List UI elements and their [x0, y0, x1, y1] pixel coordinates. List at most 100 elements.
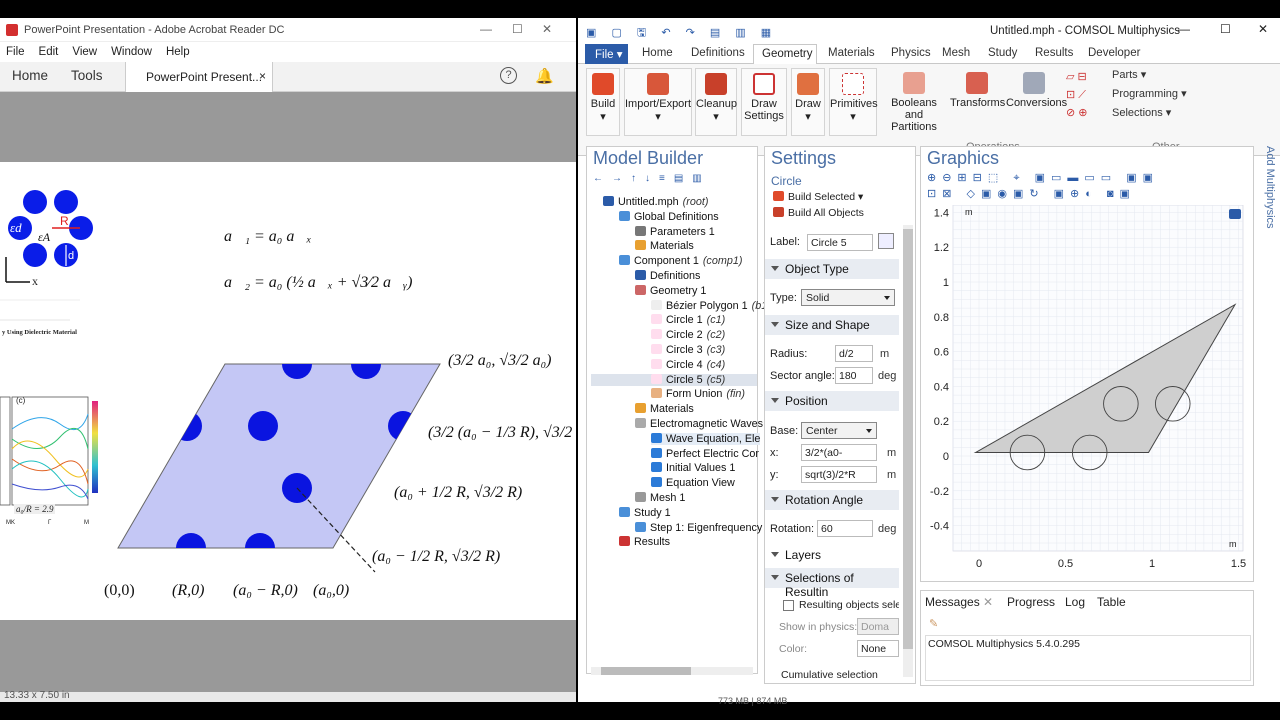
x-input[interactable]: 3/2*(a0- [801, 444, 877, 461]
tree-item[interactable]: Initial Values 1 [651, 462, 735, 474]
menu-help[interactable]: Help [166, 46, 190, 58]
draw-settings-button[interactable]: Draw Settings [741, 68, 787, 136]
tree-item[interactable]: Materials [635, 240, 694, 252]
menu-window[interactable]: Window [111, 46, 152, 58]
tab-document[interactable]: PowerPoint Present... × [125, 62, 273, 92]
tree-item[interactable]: Step 1: Eigenfrequency [635, 521, 762, 534]
radius-input[interactable]: d/2 [835, 345, 873, 362]
build-all-button[interactable]: Build All Objects [773, 207, 864, 219]
geometry-plot[interactable]: 1.4 1.2 1 0.8 0.6 0.4 0.2 0 -0.2 -0.4 0 0.5 1 1.5 m m [923, 205, 1251, 577]
close-icon[interactable]: ✕ [1258, 22, 1268, 36]
section-size-shape[interactable]: Size and Shape [765, 315, 899, 335]
selections-dropdown[interactable]: Selections ▾ [1112, 106, 1171, 119]
section-object-type[interactable]: Object Type [765, 259, 899, 279]
document-tab-close-icon[interactable]: × [259, 69, 266, 83]
tree-item[interactable]: Circle 4 (c4) [651, 358, 725, 371]
tree-item[interactable]: Materials [635, 403, 694, 415]
menu-edit[interactable]: Edit [39, 46, 59, 58]
section-position[interactable]: Position [765, 391, 899, 411]
tree-item[interactable]: Circle 1 (c1) [651, 314, 725, 326]
help-icon[interactable]: ? [500, 67, 517, 84]
add-multiphysics-side-tab[interactable]: Add Multiphysics [1264, 146, 1276, 229]
tab-results[interactable]: Results [1035, 47, 1073, 59]
tab-progress[interactable]: Progress [1007, 595, 1055, 609]
rotation-input[interactable]: 60 [817, 520, 873, 537]
maximize-icon[interactable]: ☐ [512, 22, 523, 36]
base-select[interactable]: Center [801, 422, 877, 439]
tree-item[interactable]: Results [619, 536, 670, 548]
section-selections-result[interactable]: Selections of Resultin [765, 568, 899, 599]
tree-item[interactable]: Definitions [635, 270, 700, 282]
tree-item[interactable]: Electromagnetic Waves [635, 418, 763, 430]
graphics-toolbar-2[interactable]: ⊡⊠ ◇▣◉▣↻ ▣⊕◐ ◙▣ [927, 187, 1136, 200]
conversions-button[interactable]: Conversions [1006, 68, 1067, 136]
tab-study[interactable]: Study [988, 47, 1017, 59]
settings-vertical-scrollbar[interactable] [903, 225, 913, 677]
color-select[interactable]: None [857, 640, 899, 657]
y-input[interactable]: sqrt(3)/2*R [801, 466, 877, 483]
tab-home[interactable]: Home [642, 47, 673, 59]
tab-physics[interactable]: Physics [891, 47, 931, 59]
parts-dropdown[interactable]: Parts ▾ [1112, 68, 1146, 81]
minimize-icon[interactable]: — [1178, 22, 1190, 36]
tab-messages[interactable]: Messages ✕ [925, 595, 993, 609]
tree-item[interactable]: Geometry 1 [635, 284, 706, 297]
tree-item-label: Initial Values 1 [666, 462, 736, 475]
section-rotation-angle[interactable]: Rotation Angle [765, 490, 899, 510]
menu-file[interactable]: File [6, 46, 25, 58]
tree-item[interactable]: Global Definitions [619, 210, 719, 223]
draw-button[interactable]: Draw ▾ [791, 68, 825, 136]
maximize-icon[interactable]: ☐ [1220, 22, 1231, 36]
tree-item[interactable]: Circle 3 (c3) [651, 344, 725, 356]
tree-item[interactable]: Wave Equation, Ele [651, 432, 761, 445]
tab-home[interactable]: Home [12, 68, 48, 83]
tab-log[interactable]: Log [1065, 595, 1085, 609]
tree-item[interactable]: Circle 2 (c2) [651, 329, 725, 341]
build-button[interactable]: Build ▾ [586, 68, 620, 136]
build-selected-button[interactable]: Build Selected ▾ [773, 191, 863, 203]
tree-item[interactable]: Study 1 [619, 506, 671, 519]
view-cube-icon[interactable] [1229, 209, 1241, 219]
tree-item[interactable]: Component 1 (comp1) [619, 255, 742, 267]
label-edit-icon[interactable] [878, 233, 894, 249]
resulting-objects-checkbox[interactable] [783, 600, 794, 611]
graphics-toolbar[interactable]: ⊕⊖⊞⊟⬚ ⌖ ▣▭▬▭▭ ▣▣ [927, 171, 1159, 185]
clear-messages-icon[interactable]: ✎ [929, 617, 938, 630]
tab-table[interactable]: Table [1097, 595, 1126, 609]
ribbon-small-icons[interactable]: ▱ ⊟ ⊡ ⟋ ⊘ ⊕ [1066, 68, 1088, 122]
tree-item[interactable]: Mesh 1 [635, 492, 685, 504]
tab-mesh[interactable]: Mesh [942, 47, 970, 59]
tree-item[interactable]: Bézier Polygon 1 (b1) [651, 299, 771, 312]
section-layers[interactable]: Layers [765, 545, 899, 565]
tree-item[interactable]: Parameters 1 [635, 225, 715, 238]
tab-tools[interactable]: Tools [71, 68, 103, 83]
tree-item[interactable]: Form Union (fin) [651, 388, 745, 400]
model-builder-toolbar[interactable]: ←→↑↓≡▤▥ [593, 173, 711, 184]
label-input[interactable]: Circle 5 [807, 234, 873, 251]
programming-dropdown[interactable]: Programming ▾ [1112, 87, 1187, 100]
primitives-button[interactable]: Primitives ▾ [829, 68, 878, 136]
tab-geometry[interactable]: Geometry [753, 44, 817, 65]
notification-bell-icon[interactable]: 🔔 [535, 67, 554, 85]
import-export-button[interactable]: Import/Export ▾ [624, 68, 692, 136]
tab-messages-close-icon[interactable]: ✕ [983, 595, 993, 609]
transforms-button[interactable]: Transforms [950, 68, 1005, 136]
tab-file[interactable]: File ▾ [585, 44, 628, 64]
tab-materials[interactable]: Materials [828, 47, 875, 59]
tab-developer[interactable]: Developer [1088, 47, 1140, 59]
cleanup-button[interactable]: Cleanup ▾ [695, 68, 737, 136]
type-select[interactable]: Solid [801, 289, 895, 306]
quick-access-toolbar[interactable]: ▣ ▢ 🖫 ↶ ↷ ▤ ▥ ▦ [586, 24, 777, 43]
tree-item[interactable]: Equation View [651, 477, 735, 489]
tree-item[interactable]: Untitled.mph (root) [603, 196, 708, 208]
sector-angle-input[interactable]: 180 [835, 367, 873, 384]
close-icon[interactable]: ✕ [542, 22, 552, 36]
tab-definitions[interactable]: Definitions [691, 47, 745, 59]
tree-item[interactable]: Circle 5 (c5) [591, 373, 757, 386]
menu-view[interactable]: View [72, 46, 97, 58]
tree-horizontal-scrollbar[interactable] [591, 667, 753, 675]
booleans-button[interactable]: Booleans and Partitions [882, 68, 946, 136]
minimize-icon[interactable]: — [480, 22, 492, 36]
tree-item[interactable]: Perfect Electric Cor [651, 447, 759, 460]
show-in-physics-select[interactable]: Doma [857, 618, 899, 635]
